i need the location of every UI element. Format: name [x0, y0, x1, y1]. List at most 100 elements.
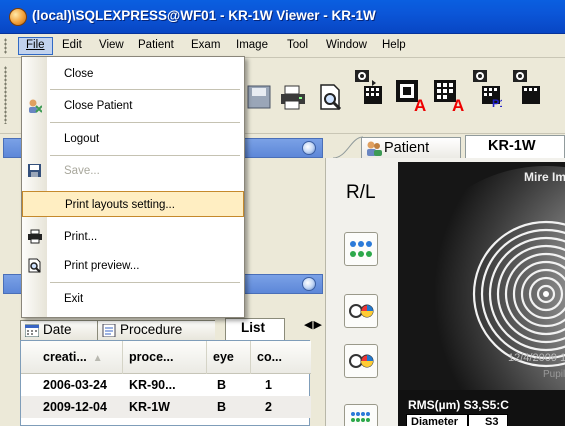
tab-procedure-label: Procedure [120, 322, 183, 337]
exam-list: creati... ▲ proce... eye co... 2006-03-24… [20, 340, 311, 426]
camera-grid-icon [513, 70, 540, 104]
menu-patient[interactable]: Patient [131, 37, 181, 55]
menu-item-exit-label: Exit [64, 293, 84, 305]
print-preview-icon [28, 258, 41, 273]
cell-procedure: KR-90... [129, 378, 176, 392]
s3-header: S3 [468, 414, 508, 426]
tab-patient[interactable]: Patient [361, 137, 461, 158]
grid-a-toolbar-button[interactable]: A [432, 78, 464, 115]
menu-item-print-preview[interactable]: Print preview... [22, 253, 244, 279]
tab-list[interactable]: List [225, 318, 285, 340]
menu-window[interactable]: Window [319, 37, 374, 55]
menu-item-save[interactable]: Save... [22, 158, 244, 184]
rms-label: RMS(µm) S3,S5:C [408, 398, 509, 412]
pupil-overlay: Pupil 6.7 [543, 369, 565, 380]
tab-scroll-right-icon[interactable]: ▶ [313, 318, 322, 331]
menu-item-print-layouts-setting[interactable]: Print layouts setting... [22, 191, 244, 217]
menu-item-print-layouts-label: Print layouts setting... [65, 199, 175, 211]
procedure-icon [102, 324, 116, 337]
tab-device-label: KR-1W [488, 138, 536, 154]
window-title: (local)\SQLEXPRESS@WF01 - KR-1W Viewer -… [32, 8, 376, 23]
svg-text:A: A [452, 96, 464, 112]
menu-help[interactable]: Help [375, 37, 413, 55]
menu-view[interactable]: View [92, 37, 131, 55]
capture-a-toolbar-button[interactable]: A [394, 78, 426, 115]
tab-patient-label: Patient [384, 140, 430, 156]
camera-grid-icon: P1 [473, 70, 505, 110]
menu-separator [50, 89, 240, 90]
title-bar[interactable]: (local)\SQLEXPRESS@WF01 - KR-1W Viewer -… [0, 0, 565, 34]
cell-eye: B [217, 400, 227, 414]
cell-date: 2009-12-04 [43, 400, 107, 414]
dot-grid-icon [351, 412, 370, 422]
multi-map-icon [350, 241, 372, 257]
capture-toolbar-button-2[interactable]: P1 [472, 68, 505, 110]
menu-tool[interactable]: Tool [280, 37, 315, 55]
view-color-map-button[interactable] [344, 294, 378, 328]
tab-scroll-arrows[interactable]: ◀▶ [304, 318, 323, 331]
mire-image[interactable]: Mire Ima 12/4/2009 1 Pupil 6.7 [398, 162, 565, 426]
menu-item-save-label: Save... [64, 165, 100, 177]
app-icon[interactable] [9, 8, 27, 26]
print-preview-icon [320, 84, 342, 111]
menu-item-close-patient[interactable]: Close Patient [22, 93, 244, 119]
viewer-tab-strip: Patient KR-1W [325, 134, 565, 158]
view-color-map-button-2[interactable] [344, 344, 378, 378]
color-map-icon [349, 354, 374, 368]
menu-item-print[interactable]: Print... [22, 224, 244, 250]
printer-icon [28, 229, 42, 244]
rl-label: R/L [346, 182, 376, 203]
left-tab-strip: Date Procedure List ◀▶ [20, 318, 323, 340]
menu-item-exit[interactable]: Exit [22, 286, 244, 312]
view-grid-button[interactable] [344, 404, 378, 426]
tab-list-label: List [241, 320, 266, 335]
cell-date: 2006-03-24 [43, 378, 107, 392]
print-toolbar-button[interactable] [278, 82, 308, 112]
menu-item-logout-label: Logout [64, 133, 100, 145]
pin-icon[interactable] [302, 277, 316, 291]
menu-item-close-label: Close [64, 68, 94, 80]
diameter-header: Diameter [406, 414, 468, 426]
menu-separator [50, 282, 240, 283]
table-row[interactable]: 2006-03-24 KR-90... B 1 [21, 374, 311, 396]
tab-date[interactable]: Date [20, 320, 98, 340]
toolbar-grip[interactable] [4, 66, 7, 124]
menu-item-print-label: Print... [64, 231, 98, 243]
capture-toolbar-button-3[interactable] [512, 68, 565, 104]
view-map-button[interactable] [344, 232, 378, 266]
save-toolbar-button[interactable] [246, 82, 276, 112]
svg-text:A: A [414, 96, 426, 112]
mire-image-label: Mire Ima [524, 170, 565, 184]
menu-image[interactable]: Image [229, 37, 275, 55]
mire-rings-image [398, 162, 565, 426]
column-header-procedure[interactable]: proce... [123, 341, 207, 374]
menu-edit[interactable]: Edit [55, 37, 89, 55]
cell-count: 1 [265, 378, 272, 392]
pin-icon[interactable] [302, 141, 316, 155]
cell-count: 2 [265, 400, 272, 414]
menu-item-close[interactable]: Close [22, 61, 244, 87]
printer-icon [281, 85, 305, 110]
file-menu-dropdown: Close Close Patient Logout Save... Print… [21, 56, 245, 318]
table-row[interactable]: 2009-12-04 KR-1W B 2 [21, 396, 311, 418]
column-header-count[interactable]: co... [251, 341, 311, 374]
column-header-creation[interactable]: creati... ▲ [21, 341, 123, 374]
image-date-overlay: 12/4/2009 1 [508, 352, 565, 364]
print-preview-toolbar-button[interactable] [316, 82, 346, 112]
cell-procedure: KR-1W [129, 400, 170, 414]
menu-file[interactable]: File [18, 37, 53, 55]
tab-device[interactable]: KR-1W [465, 135, 565, 158]
column-header-eye[interactable]: eye [207, 341, 251, 374]
close-patient-icon [29, 99, 42, 113]
menu-item-close-patient-label: Close Patient [64, 100, 133, 112]
tab-procedure[interactable]: Procedure [97, 320, 215, 340]
menu-item-logout[interactable]: Logout [22, 126, 244, 152]
menu-exam[interactable]: Exam [184, 37, 227, 55]
svg-text:P1: P1 [492, 98, 502, 108]
menu-separator [50, 122, 240, 123]
list-header: creati... ▲ proce... eye co... [21, 341, 311, 374]
rms-panel: RMS(µm) S3,S5:C Diameter S3 [398, 390, 565, 426]
menubar-grip[interactable] [4, 38, 7, 54]
capture-toolbar-button-1[interactable] [354, 68, 384, 104]
calendar-icon [25, 324, 39, 337]
